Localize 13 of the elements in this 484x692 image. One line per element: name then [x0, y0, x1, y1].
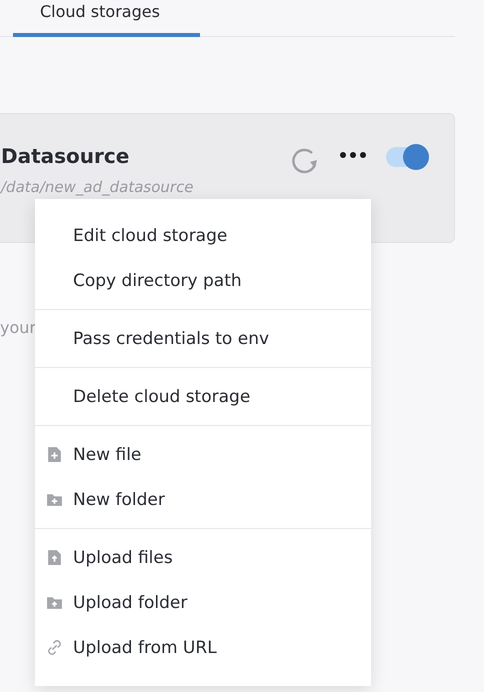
menu-item[interactable]: Upload folder [35, 580, 371, 625]
menu-item[interactable]: Upload from URL [35, 625, 371, 670]
menu-item[interactable]: Pass credentials to env [35, 316, 371, 361]
storage-path: /data/new_ad_datasource [1, 178, 194, 196]
tab[interactable]: Cloud storages [13, 0, 200, 37]
storage-name: Datasource [1, 144, 130, 168]
menu-item[interactable]: Copy directory path [35, 258, 371, 303]
menu-item[interactable]: Upload files [35, 535, 371, 580]
menu-item[interactable]: New file [35, 432, 371, 477]
menu-item[interactable]: New folder [35, 477, 371, 522]
description-text: your [0, 318, 37, 337]
menu-item[interactable]: Edit cloud storage [35, 213, 371, 258]
menu-item[interactable]: Delete cloud storage [35, 374, 371, 419]
